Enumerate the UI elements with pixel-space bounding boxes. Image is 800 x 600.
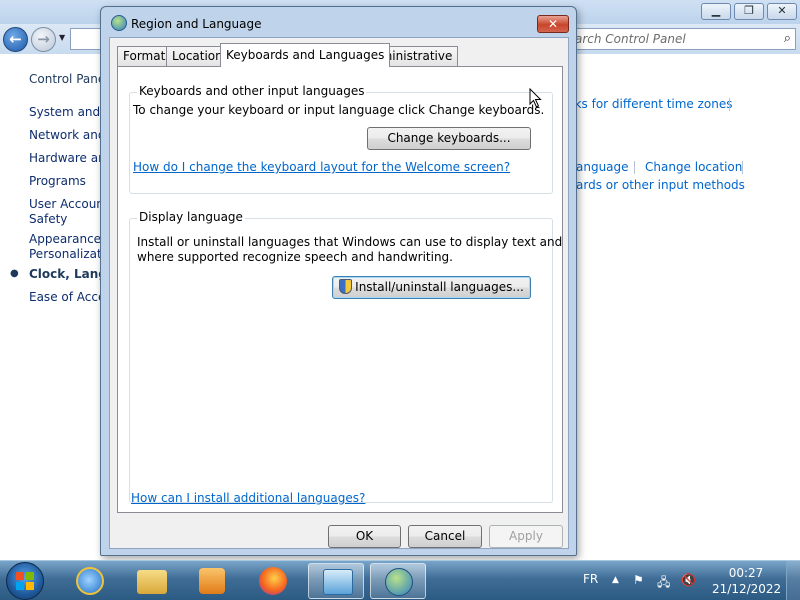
display-language-description-line1: Install or uninstall languages that Wind… (137, 235, 563, 249)
close-button[interactable]: ✕ (537, 15, 569, 33)
search-icon[interactable]: ⌕ (784, 31, 791, 46)
tab-panel: Keyboards and other input languages To c… (117, 66, 563, 513)
sidebar-item-user-accounts[interactable]: User Account (29, 197, 104, 212)
search-placeholder: arch Control Panel (575, 32, 686, 46)
globe-icon (111, 15, 127, 31)
sidebar-item-clock-language[interactable]: Clock, Langu (29, 267, 104, 282)
forward-arrow-icon[interactable]: → (31, 27, 56, 52)
action-center-flag-icon[interactable]: ⚑ (633, 573, 644, 587)
search-input[interactable]: arch Control Panel ⌕ (560, 28, 796, 50)
sidebar-item-user-accounts-line2[interactable]: Safety (29, 212, 67, 227)
keyboards-group: Keyboards and other input languages To c… (129, 84, 553, 194)
sidebar-item-appearance-line2[interactable]: Personalizati (29, 247, 104, 262)
tab-keyboards-and-languages[interactable]: Keyboards and Languages (220, 43, 391, 67)
install-uninstall-languages-label: Install/uninstall languages... (355, 280, 524, 294)
keyboards-group-label: Keyboards and other input languages (137, 84, 367, 98)
taskbar-media-player[interactable] (184, 563, 240, 599)
clock-date[interactable]: 21/12/2022 (712, 582, 781, 597)
link-separator (742, 161, 743, 174)
uac-shield-icon (339, 279, 353, 294)
input-language-indicator[interactable]: FR (583, 572, 598, 586)
taskbar-control-panel[interactable] (308, 563, 364, 599)
close-button[interactable]: ✕ (767, 3, 797, 20)
sidebar-item-ease-of-access[interactable]: Ease of Acces (29, 290, 104, 305)
folder-icon (137, 570, 167, 594)
sidebar-item-appearance[interactable]: Appearance a (29, 232, 104, 247)
chevron-down-icon[interactable]: ▼ (59, 33, 65, 42)
show-desktop-button[interactable] (786, 561, 800, 600)
change-keyboards-button[interactable]: Change keyboards... (367, 127, 531, 150)
install-uninstall-languages-button[interactable]: Install/uninstall languages... (332, 276, 531, 299)
sidebar-item-system-security[interactable]: System and S (29, 105, 104, 120)
link-separator (634, 161, 635, 174)
ok-button[interactable]: OK (328, 525, 401, 548)
dialog-body: Formats Location Keyboards and Languages… (109, 37, 569, 549)
control-panel-icon (323, 569, 353, 595)
display-language-description-line2: where supported recognize speech and han… (137, 250, 453, 264)
time-zones-link[interactable]: cks for different time zones (568, 97, 733, 111)
cancel-button[interactable]: Cancel (408, 525, 482, 548)
dialog-title: Region and Language (131, 17, 262, 31)
globe-clock-icon (385, 568, 413, 596)
firefox-icon (259, 567, 287, 595)
show-hidden-icons-icon[interactable]: ▲ (612, 575, 619, 585)
apply-button[interactable]: Apply (489, 525, 563, 548)
windows-logo-icon (16, 572, 34, 590)
region-language-dialog: Region and Language ✕ Formats Location K… (100, 6, 577, 556)
taskbar-region-and-language[interactable] (370, 563, 426, 599)
sidebar-item-programs[interactable]: Programs (29, 174, 86, 189)
welcome-screen-keyboard-help-link[interactable]: How do I change the keyboard layout for … (133, 160, 510, 174)
sidebar-item-network[interactable]: Network and (29, 128, 104, 143)
control-panel-sidebar: Control Panel System and S Network and H… (0, 54, 104, 560)
network-icon[interactable]: 🖧 (657, 573, 670, 594)
sidebar-item-control-panel-home[interactable]: Control Panel (29, 72, 104, 87)
taskbar: FR ▲ ⚑ 🖧 🔇 00:27 21/12/2022 (0, 560, 800, 600)
install-additional-languages-link[interactable]: How can I install additional languages? (131, 491, 365, 505)
clock-time[interactable]: 00:27 (718, 566, 774, 581)
back-arrow-icon[interactable]: ← (3, 27, 28, 52)
display-language-group-label: Display language (137, 210, 245, 224)
taskbar-internet-explorer[interactable] (62, 563, 118, 599)
start-button[interactable] (6, 562, 44, 600)
sidebar-item-hardware[interactable]: Hardware and (29, 151, 104, 166)
display-language-group: Display language Install or uninstall la… (129, 210, 562, 503)
link-separator (729, 98, 730, 111)
input-methods-link[interactable]: ards or other input methods (576, 178, 745, 192)
media-player-icon (199, 568, 225, 594)
current-item-bullet-icon: ● (10, 268, 19, 279)
internet-explorer-icon (76, 567, 104, 595)
change-language-link[interactable]: anguage (576, 160, 629, 174)
volume-muted-icon[interactable]: 🔇 (681, 573, 696, 587)
keyboards-description: To change your keyboard or input languag… (133, 103, 545, 117)
maximize-button[interactable]: ❐ (734, 3, 764, 20)
minimize-button[interactable]: ▁ (701, 3, 731, 20)
change-location-link[interactable]: Change location (645, 160, 742, 174)
taskbar-file-explorer[interactable] (123, 563, 179, 599)
taskbar-firefox[interactable] (245, 563, 301, 599)
